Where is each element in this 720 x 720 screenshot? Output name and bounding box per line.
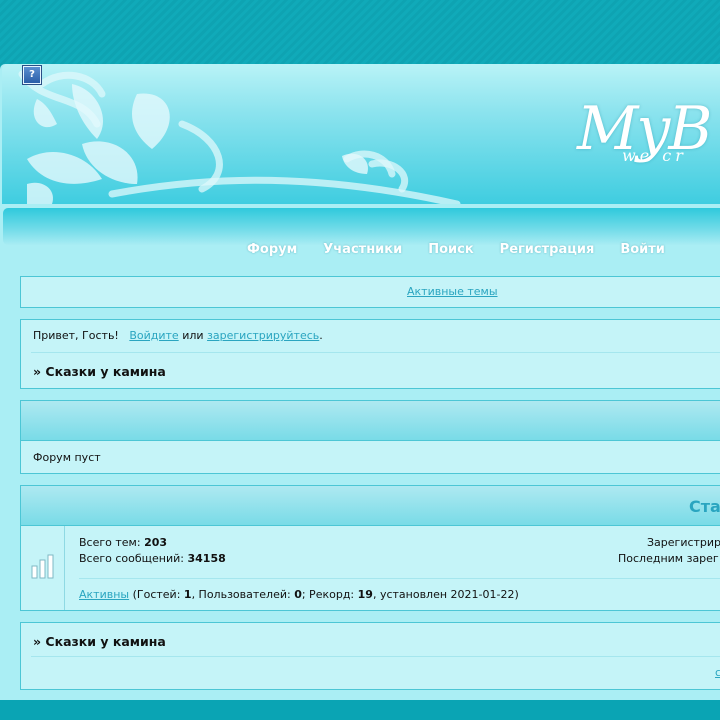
bottom-right-link[interactable]: с — [715, 666, 720, 679]
stats-topics-value: 203 — [144, 536, 168, 549]
help-icon[interactable]: ? — [23, 66, 41, 84]
stats-topics: Всего тем: 203 — [79, 536, 167, 549]
divider — [31, 352, 720, 353]
navigation-links: Форум Участники Поиск Регистрация Войти — [247, 242, 691, 257]
bottom-breadcrumb[interactable]: » Сказки у камина — [33, 634, 166, 649]
navigation-bar — [3, 208, 720, 245]
bar-chart-icon — [31, 554, 54, 579]
greeting-text: Привет, Гость! — [33, 329, 119, 342]
footer-bar — [0, 700, 720, 720]
record-value: 19 — [357, 588, 373, 601]
users-value: 0 — [294, 588, 302, 601]
stats-posts-label: Всего сообщений: — [79, 552, 184, 565]
stats-posts: Всего сообщений: 34158 — [79, 552, 226, 565]
forum-empty-text: Форум пуст — [33, 451, 101, 464]
forum-box: Форум пуст — [20, 400, 720, 474]
record-label: ; Рекорд: — [301, 588, 355, 601]
nav-item-login[interactable]: Войти — [620, 242, 665, 257]
statistics-box: Ста Всего тем: 203 Всего сообщений: 3415… — [20, 485, 720, 611]
nav-item-forum[interactable]: Форум — [247, 242, 297, 257]
active-topics-link[interactable]: Активные темы — [407, 285, 498, 298]
statistics-title: Ста — [689, 497, 720, 516]
greeting-or: или — [182, 329, 204, 342]
stats-posts-value: 34158 — [187, 552, 226, 565]
register-link[interactable]: зарегистрируйтесь — [207, 329, 319, 342]
stats-online-line: Активны (Гостей: 1, Пользователей: 0; Ре… — [79, 588, 519, 601]
active-topics-box: Активные темы — [20, 276, 720, 308]
statistics-icon-cell — [21, 526, 65, 610]
forum-box-header — [21, 401, 720, 441]
nav-item-register[interactable]: Регистрация — [500, 242, 595, 257]
statistics-header: Ста — [21, 486, 720, 526]
guests-label: (Гостей: — [132, 588, 181, 601]
stats-topics-label: Всего тем: — [79, 536, 141, 549]
breadcrumb[interactable]: » Сказки у камина — [33, 364, 166, 379]
forum-header: ? MyB we cr — [2, 64, 720, 204]
active-users-link[interactable]: Активны — [79, 588, 129, 601]
users-label: , Пользователей: — [191, 588, 291, 601]
floral-ornament-icon — [18, 70, 461, 204]
greeting-suffix: . — [319, 329, 323, 342]
greeting-box: Привет, Гость! Войдите или зарегистрируй… — [20, 319, 720, 389]
guests-value: 1 — [183, 588, 192, 601]
stats-last-registered-label: Последним зарег — [618, 552, 719, 565]
bottom-breadcrumb-box: » Сказки у камина с — [20, 622, 720, 690]
forum-logo-subtitle: we cr — [622, 146, 687, 165]
nav-item-search[interactable]: Поиск — [428, 242, 473, 257]
page-container: ? MyB we cr Форум Участники Поиск Регист… — [0, 64, 720, 700]
divider — [79, 578, 720, 579]
login-link[interactable]: Войдите — [129, 329, 178, 342]
nav-item-members[interactable]: Участники — [323, 242, 402, 257]
greeting-line: Привет, Гость! Войдите или зарегистрируй… — [33, 329, 323, 342]
divider — [31, 656, 720, 657]
stats-registered-label: Зарегистрир — [647, 536, 720, 549]
record-date: , установлен 2021-01-22) — [372, 588, 519, 601]
